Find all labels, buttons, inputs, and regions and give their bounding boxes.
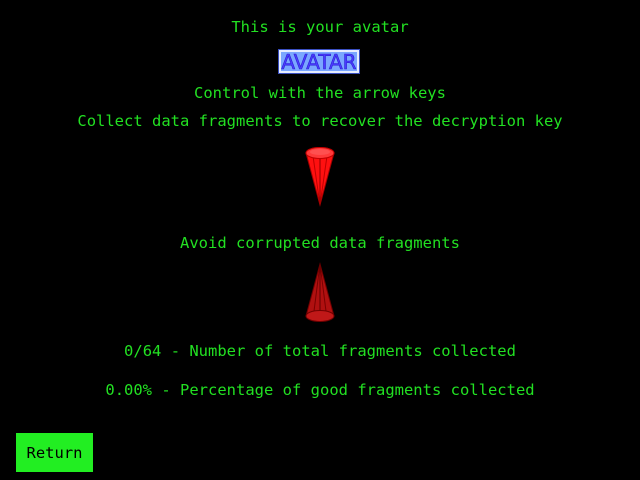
return-button[interactable]: Return bbox=[16, 433, 93, 472]
title-text: This is your avatar bbox=[231, 18, 409, 36]
controls-instruction: Control with the arrow keys bbox=[194, 84, 446, 102]
avoid-instruction: Avoid corrupted data fragments bbox=[180, 234, 460, 252]
avatar-sprite: AVATAR bbox=[278, 49, 360, 74]
good-fragment-icon bbox=[305, 147, 335, 207]
collect-instruction: Collect data fragments to recover the de… bbox=[77, 112, 563, 130]
corrupted-fragment-icon bbox=[305, 262, 335, 322]
total-fragments-stat: 0/64 - Number of total fragments collect… bbox=[124, 342, 516, 360]
good-fragments-percentage-stat: 0.00% - Percentage of good fragments col… bbox=[105, 381, 535, 399]
avatar-label: AVATAR bbox=[281, 49, 357, 74]
